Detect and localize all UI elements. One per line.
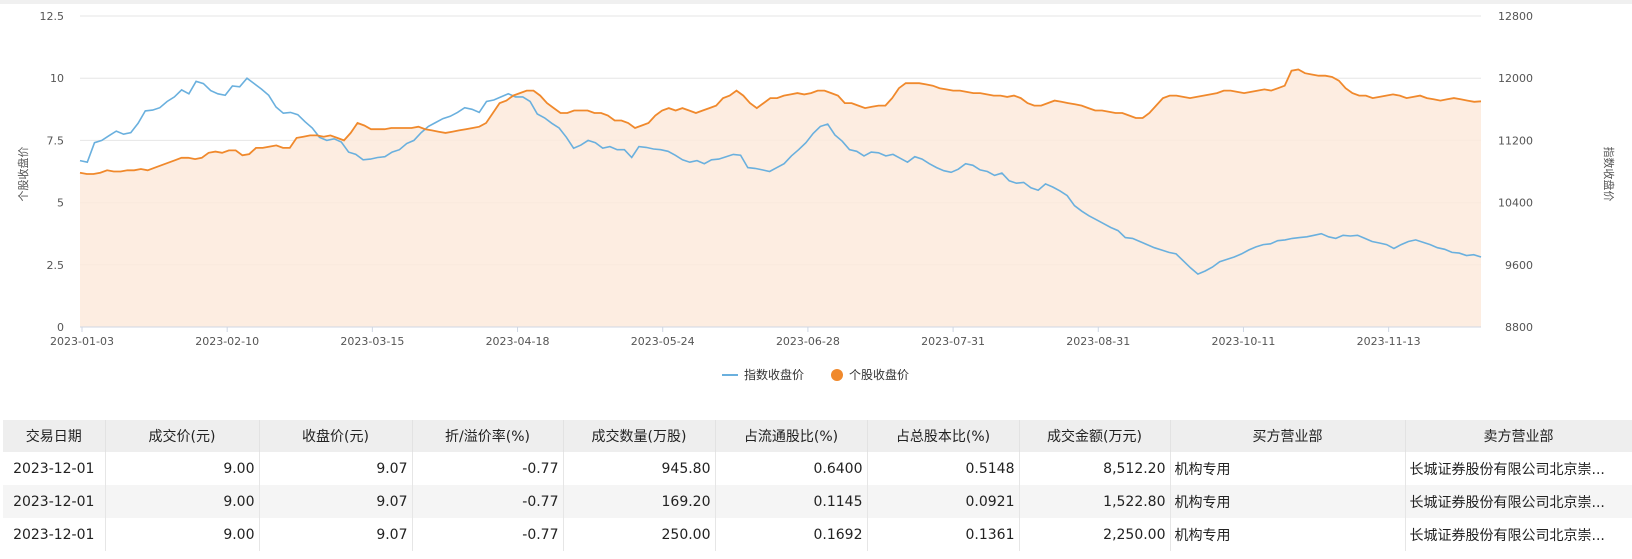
cell-total-ratio: 0.1361: [867, 518, 1020, 551]
header-amount[interactable]: 成交金额(万元): [1019, 420, 1171, 452]
y-right-tick-label: 11200: [1498, 134, 1533, 147]
cell-close-price: 9.07: [259, 485, 413, 518]
y-left-tick-label: 2.5: [47, 259, 65, 272]
legend-item-index[interactable]: 指数收盘价: [722, 367, 804, 382]
x-tick-label: 2023-10-11: [1211, 335, 1275, 348]
x-tick-label: 2023-06-28: [776, 335, 840, 348]
cell-amount: 1,522.80: [1019, 485, 1171, 518]
y-right-tick-label: 12000: [1498, 72, 1533, 85]
y-left-axis-title: 个股收盘价: [16, 147, 30, 202]
header-premium-rate[interactable]: 折/溢价率(%): [412, 420, 564, 452]
cell-amount: 2,250.00: [1019, 518, 1171, 551]
cell-premium-rate: -0.77: [412, 518, 564, 551]
table-row: 2023-12-01 9.00 9.07 -0.77 250.00 0.1692…: [3, 518, 1632, 551]
table-row: 2023-12-01 9.00 9.07 -0.77 169.20 0.1145…: [3, 485, 1632, 518]
y-left-tick-label: 5: [57, 197, 64, 210]
cell-total-ratio: 0.0921: [867, 485, 1020, 518]
x-tick-label: 2023-08-31: [1066, 335, 1130, 348]
x-tick-label: 2023-05-24: [631, 335, 695, 348]
y-left-tick-label: 7.5: [47, 134, 65, 147]
y-left-tick-label: 0: [57, 321, 64, 334]
cell-seller[interactable]: 长城证券股份有限公司北京崇...: [1405, 452, 1632, 485]
header-total-ratio[interactable]: 占总股本比(%): [867, 420, 1020, 452]
x-tick-label: 2023-02-10: [195, 335, 259, 348]
cell-deal-price: 9.00: [105, 518, 260, 551]
cell-deal-price: 9.00: [105, 452, 260, 485]
x-tick-label: 2023-04-18: [486, 335, 550, 348]
cell-float-ratio: 0.1692: [715, 518, 868, 551]
cell-volume: 169.20: [563, 485, 716, 518]
cell-seller[interactable]: 长城证券股份有限公司北京崇...: [1405, 518, 1632, 551]
header-volume[interactable]: 成交数量(万股): [563, 420, 716, 452]
y-left-tick-label: 12.5: [40, 10, 65, 23]
cell-trade-date: 2023-12-01: [3, 518, 106, 551]
legend-item-stock[interactable]: 个股收盘价: [831, 367, 909, 382]
header-close-price[interactable]: 收盘价(元): [259, 420, 413, 452]
cell-trade-date: 2023-12-01: [3, 485, 106, 518]
x-tick-label: 2023-07-31: [921, 335, 985, 348]
header-buyer[interactable]: 买方营业部: [1170, 420, 1406, 452]
y-right-tick-label: 8800: [1505, 321, 1533, 334]
x-tick-label: 2023-03-15: [340, 335, 404, 348]
cell-volume: 250.00: [563, 518, 716, 551]
legend-label-index: 指数收盘价: [744, 367, 804, 382]
header-float-ratio[interactable]: 占流通股比(%): [715, 420, 868, 452]
block-trade-table: 交易日期 成交价(元) 收盘价(元) 折/溢价率(%) 成交数量(万股) 占流通…: [3, 420, 1632, 551]
header-seller[interactable]: 卖方营业部: [1405, 420, 1632, 452]
y-right-tick-label: 9600: [1505, 259, 1533, 272]
cell-trade-date: 2023-12-01: [3, 452, 106, 485]
cell-close-price: 9.07: [259, 452, 413, 485]
cell-premium-rate: -0.77: [412, 452, 564, 485]
cell-buyer[interactable]: 机构专用: [1170, 452, 1406, 485]
cell-amount: 8,512.20: [1019, 452, 1171, 485]
cell-volume: 945.80: [563, 452, 716, 485]
cell-total-ratio: 0.5148: [867, 452, 1020, 485]
cell-float-ratio: 0.6400: [715, 452, 868, 485]
y-right-tick-label: 12800: [1498, 10, 1533, 23]
y-left-tick-label: 10: [50, 72, 64, 85]
table-header-row: 交易日期 成交价(元) 收盘价(元) 折/溢价率(%) 成交数量(万股) 占流通…: [3, 420, 1632, 452]
y-right-tick-label: 10400: [1498, 197, 1533, 210]
x-tick-label: 2023-01-03: [50, 335, 114, 348]
table-row: 2023-12-01 9.00 9.07 -0.77 945.80 0.6400…: [3, 452, 1632, 485]
stock-area-fill: [80, 69, 1481, 327]
header-trade-date[interactable]: 交易日期: [3, 420, 106, 452]
cell-float-ratio: 0.1145: [715, 485, 868, 518]
stock-area: [80, 69, 1481, 327]
x-tick-label: 2023-11-13: [1357, 335, 1421, 348]
header-deal-price[interactable]: 成交价(元): [105, 420, 260, 452]
cell-premium-rate: -0.77: [412, 485, 564, 518]
cell-seller[interactable]: 长城证券股份有限公司北京崇...: [1405, 485, 1632, 518]
legend[interactable]: 指数收盘价 个股收盘价: [722, 367, 909, 382]
cell-buyer[interactable]: 机构专用: [1170, 485, 1406, 518]
price-chart: 0 8800 2.5 9600 5 10400 7.5 11200 10 12000 12.5 128…: [16, 10, 1616, 382]
y-right-axis-title: 指数收盘价: [1602, 147, 1616, 202]
cell-buyer[interactable]: 机构专用: [1170, 518, 1406, 551]
cell-deal-price: 9.00: [105, 485, 260, 518]
legend-label-stock: 个股收盘价: [849, 367, 909, 382]
cell-close-price: 9.07: [259, 518, 413, 551]
